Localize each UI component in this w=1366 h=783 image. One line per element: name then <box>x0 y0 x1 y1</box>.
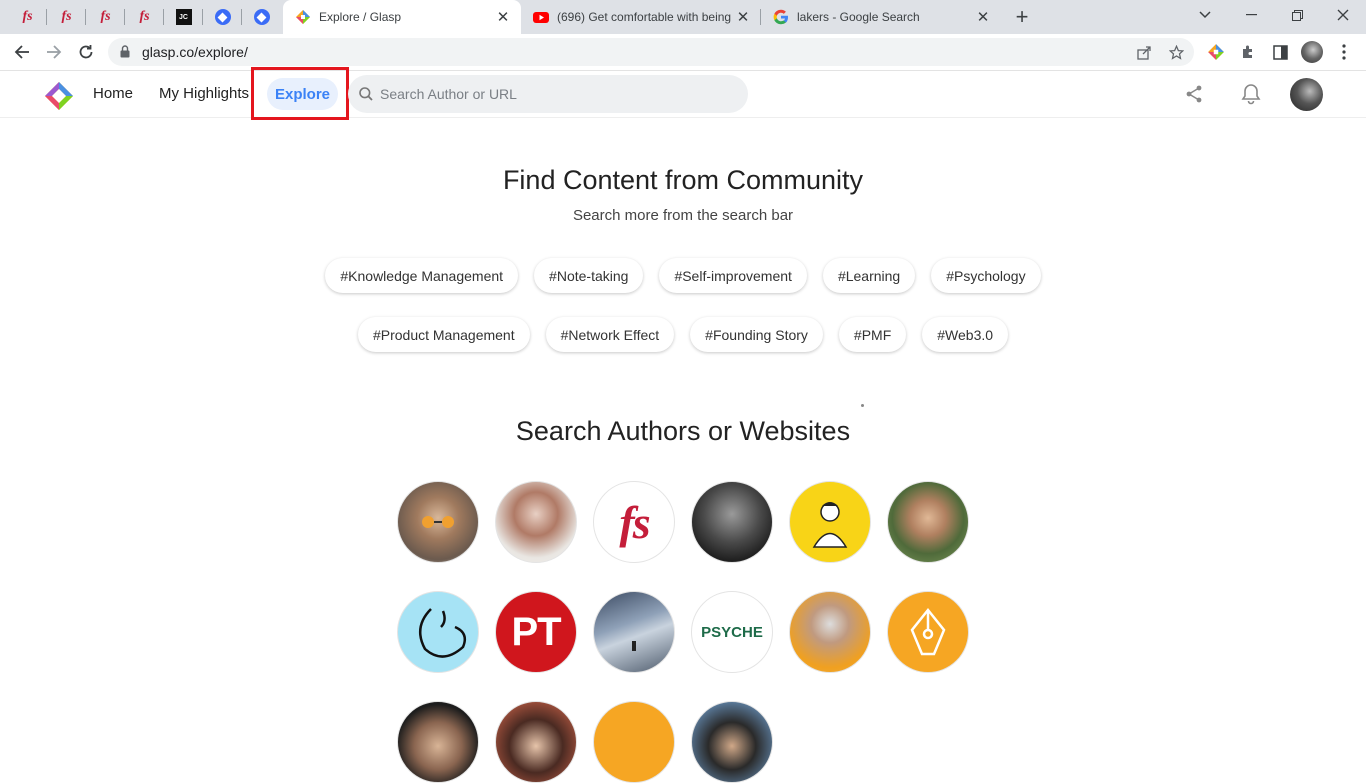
author-avatar-2[interactable] <box>495 481 577 563</box>
author-avatar-psyche[interactable]: PSYCHE <box>691 591 773 673</box>
community-subtitle: Search more from the search bar <box>572 207 794 224</box>
tag-chip[interactable]: #Product Management <box>357 317 530 352</box>
pinned-tab-fs[interactable]: fs <box>47 0 86 34</box>
bookmark-star-icon[interactable] <box>1166 42 1186 62</box>
share-icon[interactable] <box>1182 82 1206 106</box>
tag-chip[interactable]: #Network Effect <box>545 317 675 352</box>
glasp-logo[interactable] <box>44 81 74 111</box>
tab-google-search[interactable]: lakers - Google Search ✕ <box>761 0 1001 34</box>
google-icon <box>773 9 788 25</box>
tab-title: lakers - Google Search <box>797 10 920 24</box>
pinned-tab-blue[interactable] <box>242 0 281 34</box>
search-input[interactable] <box>380 75 740 113</box>
fs-icon: fs <box>139 9 150 24</box>
close-window-button[interactable] <box>1320 0 1366 30</box>
profile-avatar[interactable] <box>1299 39 1325 65</box>
tab-title: (696) Get comfortable with being <box>557 10 732 24</box>
arrow-right-icon <box>47 45 62 59</box>
youtube-icon <box>533 12 549 23</box>
menu-kebab-icon[interactable] <box>1331 39 1357 65</box>
author-avatar-pt[interactable]: PT <box>495 591 577 673</box>
browser-tab-strip: fs fs fs fs JC Explore / Glasp ✕ (696) G… <box>0 0 1366 34</box>
address-bar[interactable]: glasp.co/explore/ <box>108 38 1194 66</box>
reload-icon <box>79 45 93 59</box>
browser-toolbar: glasp.co/explore/ <box>0 34 1366 71</box>
nav-my-highlights[interactable]: My Highlights <box>159 85 249 102</box>
chevron-down-icon <box>1199 11 1211 19</box>
psyche-logo: PSYCHE <box>701 623 763 641</box>
tag-chip[interactable]: #Web3.0 <box>922 317 1009 352</box>
lock-icon <box>120 45 130 58</box>
extensions-puzzle-icon[interactable] <box>1235 39 1261 65</box>
stray-dot <box>861 404 864 407</box>
pinned-tab-fs[interactable]: fs <box>86 0 125 34</box>
close-icon[interactable]: ✕ <box>733 7 753 27</box>
fs-logo: fs <box>619 496 650 548</box>
author-avatar-1[interactable] <box>397 481 479 563</box>
url-text: glasp.co/explore/ <box>142 44 248 60</box>
tab-explore-glasp[interactable]: Explore / Glasp ✕ <box>283 0 521 34</box>
tab-search-button[interactable] <box>1182 0 1228 30</box>
author-avatar-15[interactable] <box>593 701 675 783</box>
site-header: Home My Highlights Explore <box>0 67 1366 120</box>
forward-button[interactable] <box>40 38 68 66</box>
pt-logo: PT <box>511 609 561 654</box>
new-tab-button[interactable]: + <box>1008 3 1036 31</box>
author-avatar-5[interactable] <box>789 481 871 563</box>
tag-chip[interactable]: #Learning <box>822 258 916 293</box>
share-page-icon[interactable] <box>1134 42 1154 62</box>
reload-button[interactable] <box>72 38 100 66</box>
back-button[interactable] <box>8 38 36 66</box>
community-title: Find Content from Community <box>502 165 864 195</box>
author-avatar-fs[interactable]: fs <box>593 481 675 563</box>
arrow-left-icon <box>14 45 29 59</box>
author-avatar-12[interactable] <box>887 591 969 673</box>
pinned-tab-fs[interactable]: fs <box>8 0 47 34</box>
tag-chip[interactable]: #Note-taking <box>534 258 644 293</box>
close-icon[interactable]: ✕ <box>973 7 993 27</box>
jc-icon: JC <box>175 9 192 25</box>
tag-chip[interactable]: #Self-improvement <box>659 258 807 293</box>
blue-diamond-icon <box>214 9 231 25</box>
authors-title: Search Authors or Websites <box>515 416 851 446</box>
tab-title: Explore / Glasp <box>319 10 402 24</box>
author-avatar-4[interactable] <box>691 481 773 563</box>
minimize-button[interactable] <box>1228 0 1274 30</box>
author-avatar-9[interactable] <box>593 591 675 673</box>
author-avatar-16[interactable] <box>691 701 773 783</box>
author-search-bar[interactable] <box>348 75 748 113</box>
glasp-extension-icon[interactable] <box>1203 39 1229 65</box>
close-icon[interactable]: ✕ <box>493 7 513 27</box>
restore-button[interactable] <box>1274 0 1320 30</box>
tab-youtube[interactable]: (696) Get comfortable with being ✕ <box>521 0 761 34</box>
bell-icon[interactable] <box>1239 82 1263 106</box>
tag-row-1: #Knowledge Management #Note-taking #Self… <box>0 258 1366 293</box>
author-avatar-11[interactable] <box>789 591 871 673</box>
pinned-tab-jc[interactable]: JC <box>164 0 203 34</box>
tag-row-2: #Product Management #Network Effect #Fou… <box>0 317 1366 352</box>
glasp-icon <box>296 10 310 24</box>
pinned-tab-blue[interactable] <box>203 0 242 34</box>
side-panel-icon[interactable] <box>1267 39 1293 65</box>
nav-home[interactable]: Home <box>93 85 133 102</box>
author-avatar-7[interactable] <box>397 591 479 673</box>
fs-icon: fs <box>100 9 111 24</box>
tag-chip[interactable]: #Psychology <box>931 258 1041 293</box>
tag-chip[interactable]: #Knowledge Management <box>325 258 519 293</box>
author-avatar-14[interactable] <box>495 701 577 783</box>
highlight-annotation-box <box>251 67 349 120</box>
blue-diamond-icon <box>253 9 270 25</box>
tag-chip[interactable]: #PMF <box>838 317 907 352</box>
fs-icon: fs <box>61 9 72 24</box>
user-avatar[interactable] <box>1290 78 1323 111</box>
pinned-tab-fs[interactable]: fs <box>125 0 164 34</box>
fs-icon: fs <box>22 9 33 24</box>
author-avatar-13[interactable] <box>397 701 479 783</box>
tag-chip[interactable]: #Founding Story <box>690 317 823 352</box>
author-avatar-6[interactable] <box>887 481 969 563</box>
search-icon <box>359 87 373 101</box>
